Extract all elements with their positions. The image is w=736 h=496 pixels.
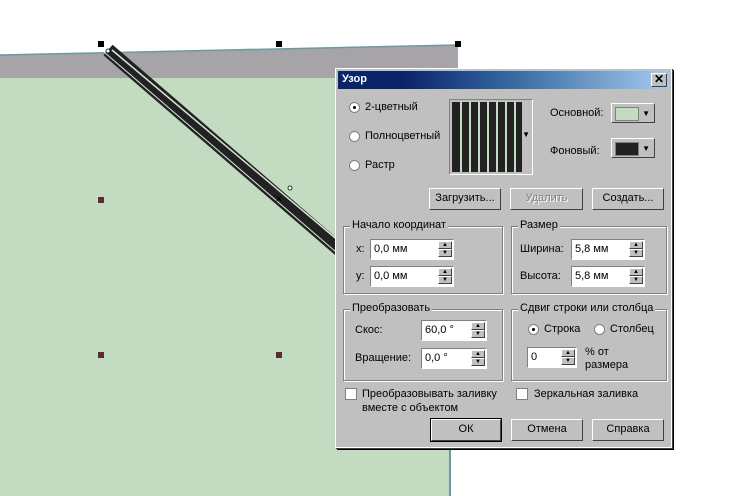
center-marker[interactable]: ✕ — [275, 194, 283, 205]
size-group-title: Размер — [518, 219, 560, 231]
radio-offset-column-label: Столбец — [610, 323, 654, 335]
node-handle — [105, 48, 111, 54]
transform-group: Преобразовать Скос: 60,0 ° ▲ ▼ Вращение: … — [343, 302, 503, 381]
origin-y-value: 0,0 мм — [374, 270, 408, 282]
origin-group: Начало координат x: 0,0 мм ▲ ▼ y: 0,0 мм … — [343, 219, 503, 294]
selection-handle-top-right[interactable] — [455, 41, 461, 47]
height-label: Высота: — [520, 270, 561, 282]
selection-handle-top-center[interactable] — [276, 41, 282, 47]
offset-group-title: Сдвиг строки или столбца — [518, 302, 656, 314]
origin-x-label: x: — [356, 243, 365, 255]
ok-button[interactable]: ОК — [430, 418, 502, 442]
spin-down-icon[interactable]: ▼ — [629, 276, 643, 284]
spin-down-icon[interactable]: ▼ — [629, 249, 643, 257]
mirror-fill-label: Зеркальная заливка — [534, 388, 639, 400]
origin-y-label: y: — [356, 270, 365, 282]
radio-bitmap[interactable] — [349, 160, 360, 171]
chevron-down-icon: ▼ — [522, 130, 530, 139]
skew-input[interactable]: 60,0 ° ▲ ▼ — [421, 320, 487, 341]
foreground-color-swatch — [615, 107, 639, 121]
width-input[interactable]: 5,8 мм ▲ ▼ — [571, 239, 645, 260]
offset-input[interactable]: 0 ▲ ▼ — [527, 347, 577, 368]
radio-offset-row-label: Строка — [544, 323, 581, 335]
close-button[interactable]: ✕ — [651, 73, 667, 87]
selection-handle-top-left[interactable] — [98, 41, 104, 47]
spin-up-icon[interactable]: ▲ — [438, 268, 452, 276]
foreground-color-picker[interactable]: ▼ — [611, 103, 655, 123]
selection-handle-mid-left[interactable] — [98, 197, 104, 203]
transform-fill-checkbox[interactable] — [345, 388, 357, 400]
background-color-label: Фоновый: — [550, 145, 600, 157]
radio-bitmap-label: Растр — [365, 159, 395, 171]
offset-percent-label-2: размера — [585, 359, 629, 371]
skew-value: 60,0 ° — [425, 324, 454, 336]
pattern-preview-dropdown[interactable]: ▼ — [449, 99, 533, 175]
spin-up-icon[interactable]: ▲ — [561, 349, 575, 357]
rotate-input[interactable]: 0,0 ° ▲ ▼ — [421, 348, 487, 369]
spin-down-icon[interactable]: ▼ — [471, 358, 485, 366]
radio-offset-row[interactable] — [528, 324, 539, 335]
width-label: Ширина: — [520, 243, 564, 255]
transform-fill-label-1: Преобразовывать заливку — [362, 388, 497, 400]
radio-full-color-label: Полноцветный — [365, 130, 441, 142]
transform-group-title: Преобразовать — [350, 302, 433, 314]
spin-down-icon[interactable]: ▼ — [438, 249, 452, 257]
mirror-fill-checkbox[interactable] — [516, 388, 528, 400]
spin-up-icon[interactable]: ▲ — [471, 350, 485, 358]
radio-two-color[interactable] — [349, 102, 360, 113]
spin-up-icon[interactable]: ▲ — [438, 241, 452, 249]
background-color-swatch — [615, 142, 639, 156]
pattern-preview-image — [452, 102, 522, 172]
selection-handle-bottom-center[interactable] — [276, 352, 282, 358]
transform-fill-label-2: вместе с объектом — [362, 402, 459, 414]
origin-x-value: 0,0 мм — [374, 243, 408, 255]
width-value: 5,8 мм — [575, 243, 609, 255]
foreground-color-label: Основной: — [550, 107, 604, 119]
origin-x-input[interactable]: 0,0 мм ▲ ▼ — [370, 239, 454, 260]
load-button[interactable]: Загрузить... — [429, 188, 501, 210]
node-handle — [287, 185, 293, 191]
selection-handle-bottom-left[interactable] — [98, 352, 104, 358]
pattern-dialog: Узор ✕ 2-цветный Полноцветный Растр ▼ Ос… — [335, 68, 672, 448]
chevron-down-icon: ▼ — [642, 144, 650, 153]
skew-label: Скос: — [355, 324, 383, 336]
radio-two-color-label: 2-цветный — [365, 101, 418, 113]
radio-full-color[interactable] — [349, 131, 360, 142]
dialog-titlebar[interactable]: Узор ✕ — [338, 71, 669, 89]
spin-up-icon[interactable]: ▲ — [629, 241, 643, 249]
spin-down-icon[interactable]: ▼ — [438, 276, 452, 284]
origin-group-title: Начало координат — [350, 219, 448, 231]
cancel-button[interactable]: Отмена — [511, 419, 583, 441]
spin-down-icon[interactable]: ▼ — [471, 330, 485, 338]
spin-up-icon[interactable]: ▲ — [471, 322, 485, 330]
size-group: Размер Ширина: 5,8 мм ▲ ▼ Высота: 5,8 мм … — [511, 219, 667, 294]
origin-y-input[interactable]: 0,0 мм ▲ ▼ — [370, 266, 454, 287]
rotate-label: Вращение: — [355, 352, 412, 364]
offset-value: 0 — [531, 351, 538, 363]
spin-down-icon[interactable]: ▼ — [561, 357, 575, 365]
delete-button[interactable]: Удалить — [510, 188, 583, 210]
background-color-picker[interactable]: ▼ — [611, 138, 655, 158]
height-input[interactable]: 5,8 мм ▲ ▼ — [571, 266, 645, 287]
offset-group: Сдвиг строки или столбца Строка Столбец … — [511, 302, 667, 381]
offset-percent-label-1: % от — [585, 346, 609, 358]
create-button[interactable]: Создать... — [592, 188, 664, 210]
help-button[interactable]: Справка — [592, 419, 664, 441]
rotate-value: 0,0 ° — [425, 352, 448, 364]
radio-offset-column[interactable] — [594, 324, 605, 335]
height-value: 5,8 мм — [575, 270, 609, 282]
spin-up-icon[interactable]: ▲ — [629, 268, 643, 276]
dialog-title: Узор — [342, 73, 367, 85]
chevron-down-icon: ▼ — [642, 109, 650, 118]
